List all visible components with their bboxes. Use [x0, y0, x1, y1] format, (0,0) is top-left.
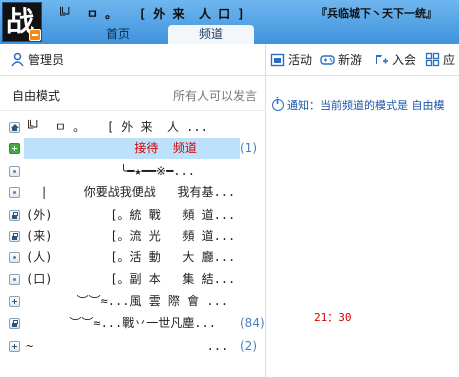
- new-game-label: 新游: [338, 53, 363, 67]
- activity-button[interactable]: 活动: [270, 52, 312, 68]
- info-icon: [272, 97, 284, 111]
- channel-row[interactable]: ︶︶≈...戰丷一世凡塵... (84): [0, 313, 265, 334]
- expand-icon[interactable]: [9, 296, 20, 307]
- message-time: 21：30: [314, 311, 352, 324]
- notice-text: 通知：当前频道的模式是 自由模: [287, 99, 445, 112]
- channel-title: ╚┘ ㅁ 。 [ 外 来 人 口 ]: [58, 7, 245, 21]
- dot-icon: [9, 187, 20, 198]
- channel-row-selected[interactable]: 接待 频道 (1): [0, 138, 265, 159]
- dot-icon: [9, 252, 20, 263]
- toolbar: 管理员 活动 新游 入会 应: [0, 44, 459, 76]
- member-count: (1): [240, 141, 257, 155]
- mode-hint: 所有人可以发言: [172, 89, 257, 103]
- guild-banner: 『兵临城下丶天下一统』: [316, 7, 437, 20]
- grid-icon: [425, 52, 440, 67]
- channel-name: ╰━★━━※━...: [26, 164, 195, 178]
- channel-root-row[interactable]: ╚┘ ㅁ 。 [ 外 来 人 ...: [0, 117, 265, 138]
- mode-row: 自由模式 所有人可以发言: [0, 77, 265, 111]
- channel-row[interactable]: (口) [。副 本 集 結...: [0, 269, 265, 290]
- channel-row[interactable]: ︶︶≈...風 雲 際 會 ...: [0, 291, 265, 312]
- gamepad-icon: [320, 55, 335, 65]
- avatar[interactable]: 战: [2, 2, 42, 42]
- expand-icon[interactable]: [9, 341, 20, 352]
- expand-icon[interactable]: [9, 143, 20, 154]
- dot-icon: [9, 166, 20, 177]
- channel-name: (外) [。統 戰 頻 道...: [26, 208, 236, 222]
- channel-name: (人) [。活 動 大 廳...: [26, 250, 236, 264]
- new-game-button[interactable]: 新游: [320, 52, 362, 68]
- tab-home[interactable]: 首页: [68, 25, 168, 44]
- minus-icon[interactable]: [29, 29, 41, 41]
- channel-row[interactable]: (人) [。活 動 大 廳...: [0, 247, 265, 268]
- user-icon: [11, 52, 24, 67]
- channel-name: 接待 频道: [26, 141, 197, 155]
- tab-channel[interactable]: 频道: [168, 25, 254, 44]
- member-count: (2): [240, 339, 257, 353]
- admin-button[interactable]: 管理员: [10, 52, 64, 68]
- calendar-icon: [270, 53, 285, 67]
- home-icon: [9, 122, 20, 133]
- channel-name: ︶︶≈...風 雲 際 會 ...: [26, 294, 229, 308]
- apps-button[interactable]: 应: [425, 52, 455, 68]
- join-icon: [376, 55, 388, 64]
- channel-name: | 你要战我便战 我有基...: [26, 185, 236, 199]
- channel-row[interactable]: | 你要战我便战 我有基...: [0, 182, 265, 203]
- lock-icon: [9, 210, 20, 221]
- channel-name: (来) [。流 光 頻 道...: [26, 229, 236, 243]
- channel-name: ︶︶≈...戰丷一世凡塵...: [26, 316, 216, 330]
- header-bar: 战 ╚┘ ㅁ 。 [ 外 来 人 口 ] 『兵临城下丶天下一统』 首页 频道: [0, 0, 459, 44]
- apps-label: 应: [443, 53, 456, 67]
- chat-panel: 通知：当前频道的模式是 自由模 21：30: [266, 77, 459, 377]
- member-count: (84): [240, 316, 265, 330]
- join-label: 入会: [392, 53, 417, 67]
- channel-row[interactable]: (来) [。流 光 頻 道...: [0, 226, 265, 247]
- channel-row[interactable]: ╰━★━━※━...: [0, 161, 265, 182]
- channel-row[interactable]: (外) [。統 戰 頻 道...: [0, 205, 265, 226]
- mode-label: 自由模式: [12, 89, 61, 103]
- notice-line: 通知：当前频道的模式是 自由模: [272, 97, 459, 113]
- channel-name: (口) [。副 本 集 結...: [26, 272, 236, 286]
- join-button[interactable]: 入会: [374, 52, 416, 68]
- dot-icon: [9, 274, 20, 285]
- admin-label: 管理员: [28, 53, 65, 67]
- channel-row[interactable]: ~ ... (2): [0, 336, 265, 357]
- lock-icon: [9, 231, 20, 242]
- channel-name: ╚┘ ㅁ 。 [ 外 来 人 ...: [26, 120, 208, 134]
- channel-list-panel: 自由模式 所有人可以发言 ╚┘ ㅁ 。 [ 外 来 人 ... 接待 频道 (1…: [0, 77, 265, 377]
- lock-icon: [9, 318, 20, 329]
- channel-name: ~ ...: [26, 339, 229, 353]
- activity-label: 活动: [288, 53, 313, 67]
